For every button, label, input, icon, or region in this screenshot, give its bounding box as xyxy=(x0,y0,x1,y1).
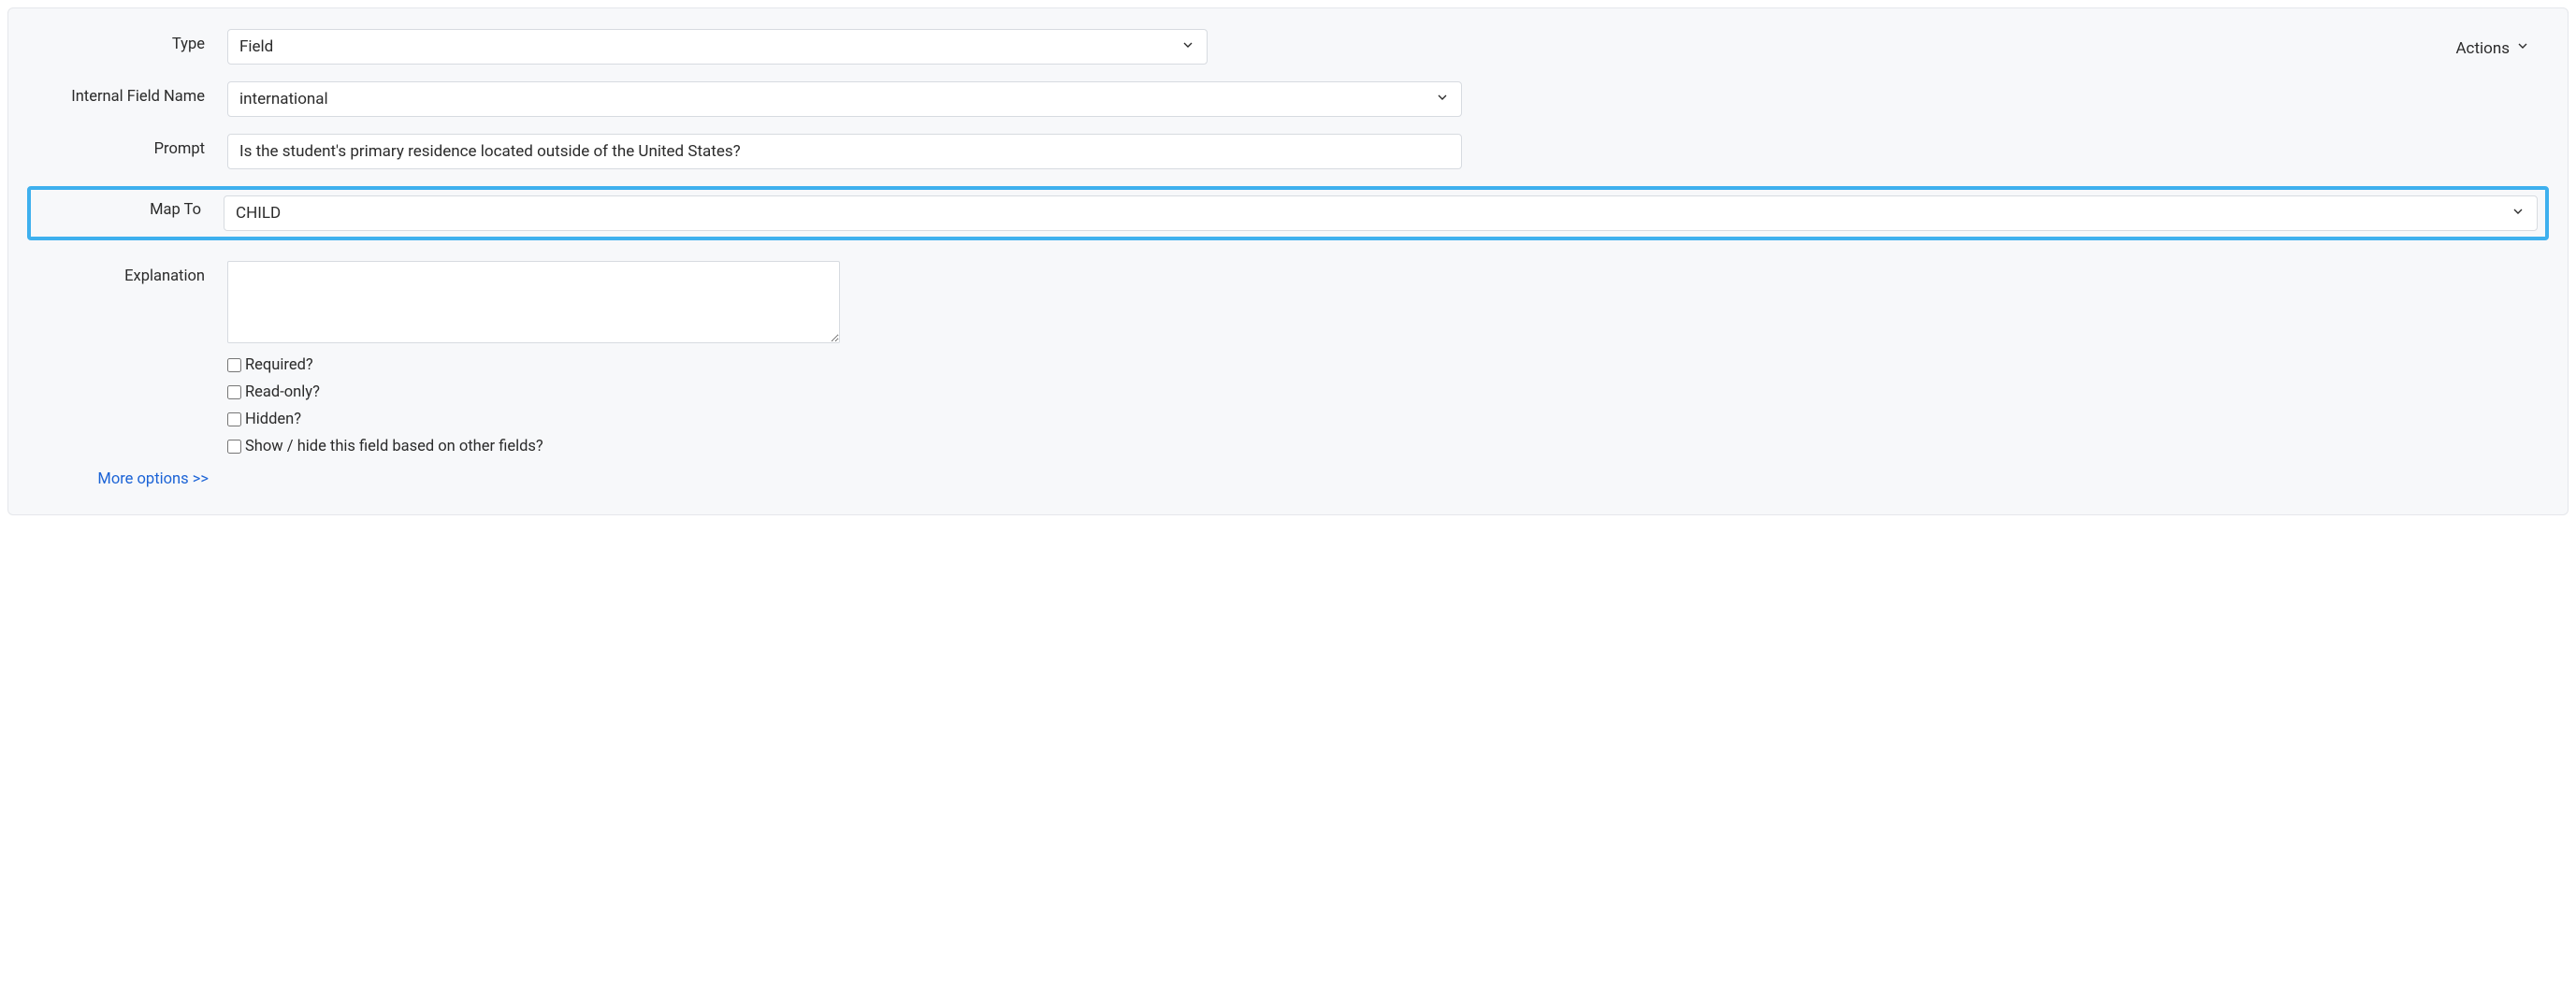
type-select[interactable]: Field xyxy=(227,29,1208,65)
explanation-label: Explanation xyxy=(31,261,227,285)
conditional-checkbox[interactable] xyxy=(227,440,241,454)
hidden-checkbox[interactable] xyxy=(227,412,241,426)
mapto-select[interactable]: CHILD xyxy=(224,195,2538,231)
hidden-label: Hidden? xyxy=(245,411,301,428)
checkbox-group: Required? Read-only? Hidden? Show / hide… xyxy=(227,356,2545,455)
prompt-value: Is the student's primary residence locat… xyxy=(239,142,741,161)
required-checkbox-row[interactable]: Required? xyxy=(227,356,2545,374)
type-label: Type xyxy=(31,29,227,53)
chevron-down-icon xyxy=(1435,90,1450,109)
required-label: Required? xyxy=(245,356,313,374)
conditional-label: Show / hide this field based on other fi… xyxy=(245,438,543,455)
chevron-down-icon xyxy=(2515,38,2530,58)
actions-menu[interactable]: Actions xyxy=(2455,38,2530,58)
field-editor-panel: Actions Type Field Internal Field Name i… xyxy=(7,7,2569,515)
hidden-checkbox-row[interactable]: Hidden? xyxy=(227,411,2545,428)
row-map-to: Map To CHILD xyxy=(27,186,2549,240)
mapto-label: Map To xyxy=(36,195,224,219)
row-internal-name: Internal Field Name international xyxy=(31,81,2545,117)
mapto-value: CHILD xyxy=(236,204,281,223)
chevron-down-icon xyxy=(2511,204,2525,224)
row-explanation: Explanation Required? Read-only? Hidden? xyxy=(31,261,2545,465)
conditional-checkbox-row[interactable]: Show / hide this field based on other fi… xyxy=(227,438,2545,455)
actions-label: Actions xyxy=(2455,39,2510,58)
more-options-link[interactable]: More options >> xyxy=(31,470,209,488)
required-checkbox[interactable] xyxy=(227,358,241,372)
chevron-down-icon xyxy=(1180,37,1195,57)
internal-label: Internal Field Name xyxy=(31,81,227,106)
type-value: Field xyxy=(239,37,273,56)
row-prompt: Prompt Is the student's primary residenc… xyxy=(31,134,2545,169)
readonly-checkbox-row[interactable]: Read-only? xyxy=(227,383,2545,401)
row-type: Type Field xyxy=(31,29,2545,65)
internal-name-value: international xyxy=(239,90,328,108)
internal-name-select[interactable]: international xyxy=(227,81,1462,117)
prompt-label: Prompt xyxy=(31,134,227,158)
explanation-textarea[interactable] xyxy=(227,261,840,343)
readonly-checkbox[interactable] xyxy=(227,385,241,399)
prompt-input[interactable]: Is the student's primary residence locat… xyxy=(227,134,1462,169)
readonly-label: Read-only? xyxy=(245,383,320,401)
